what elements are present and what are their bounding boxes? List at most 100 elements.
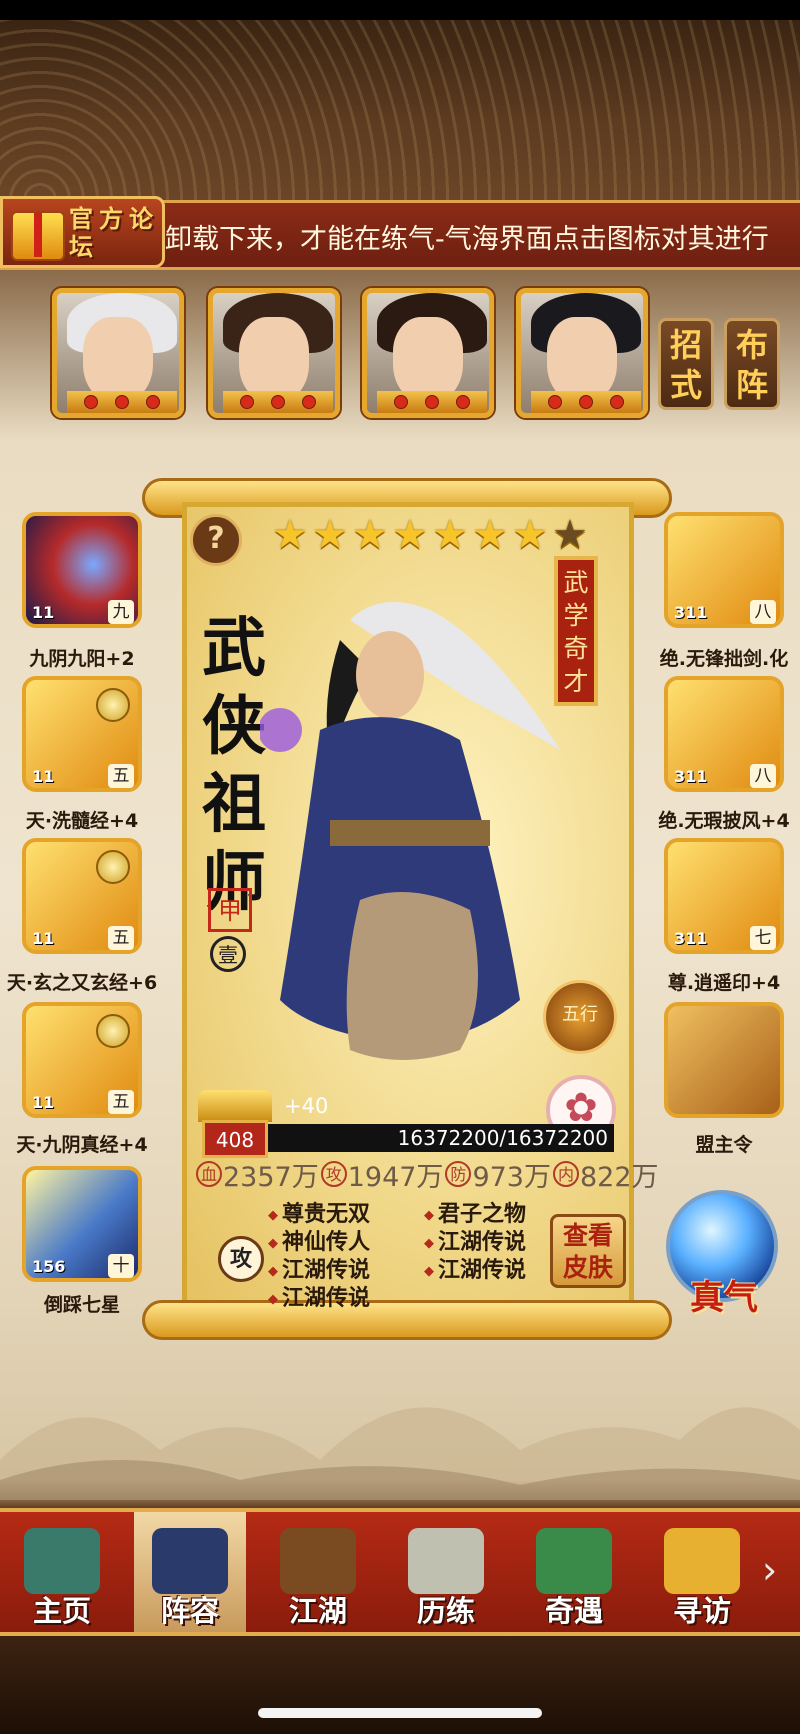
home-indicator[interactable] [258, 1708, 542, 1718]
skill-rank: 五 [108, 764, 134, 788]
hero-portrait-3[interactable] [362, 288, 494, 418]
left-skill-4-label: 天·九阴真经+4 [16, 1134, 148, 1156]
tier-seal: 壹 [210, 936, 246, 972]
hero-icon [152, 1528, 228, 1594]
stats-row: 血 2357万 攻 1947万 防 973万 内 822万 [196, 1154, 659, 1194]
right-equip-1-label: 绝.无锋拙剑.化 [659, 648, 789, 670]
trait-item: 江湖传说 [268, 1280, 370, 1312]
right-equip-1[interactable]: 311 八 [664, 512, 784, 628]
right-equip-2[interactable]: 311 八 [664, 676, 784, 792]
hero-belt [330, 820, 490, 846]
hero-level: 408 [202, 1120, 268, 1158]
stat-value: 822万 [579, 1161, 659, 1193]
equip-level: 311 [674, 929, 708, 948]
formation-button[interactable]: 布阵 [724, 318, 780, 410]
skill-level: 11 [32, 929, 55, 948]
header-pattern [0, 20, 800, 200]
nav-next-arrow-icon[interactable]: › [762, 1548, 777, 1592]
left-skill-1[interactable]: 11 九 [22, 512, 142, 628]
grade-seal: 甲 [208, 888, 252, 932]
hero-portrait-4[interactable] [516, 288, 648, 418]
gift-icon [11, 211, 65, 261]
moves-button[interactable]: 招式 [658, 318, 714, 410]
hero-star-dots [377, 391, 487, 413]
equip-rank: 七 [750, 926, 776, 950]
level-bonus: +40 [284, 1094, 329, 1118]
mountain-icon [536, 1528, 612, 1594]
hero-head [356, 631, 424, 719]
left-skill-1-label: 九阴九阳+2 [29, 648, 135, 670]
hp-icon: 血 [196, 1161, 222, 1187]
hero-star-dots [223, 391, 333, 413]
nav-search[interactable]: 寻访 [646, 1512, 758, 1632]
equip-level: 311 [674, 603, 708, 622]
coin-icon [96, 850, 130, 884]
stat-attack: 攻 1947万 [320, 1154, 444, 1194]
stat-value: 973万 [472, 1161, 551, 1193]
nav-label: 寻访 [672, 1594, 731, 1628]
hero-pants [346, 892, 478, 1060]
star-icon: ★ [472, 512, 508, 558]
nav-label: 阵容 [160, 1594, 219, 1628]
nav-encounter[interactable]: 奇遇 [518, 1512, 630, 1632]
attack-type-badge: 攻 [218, 1236, 264, 1282]
right-equip-3[interactable]: 311 七 [664, 838, 784, 954]
gold-ingot-icon [664, 1528, 740, 1594]
star-icon: ★ [352, 512, 388, 558]
defense-icon: 防 [445, 1161, 472, 1187]
left-skill-2-label: 天·洗髓经+4 [25, 810, 139, 832]
hero-portrait-1[interactable] [52, 288, 184, 418]
nav-label: 奇遇 [544, 1594, 603, 1628]
equip-rank: 八 [750, 764, 776, 788]
nav-jianghu[interactable]: 江湖 [262, 1512, 374, 1632]
skill-rank: 九 [108, 600, 134, 624]
hero-star-dots [67, 391, 177, 413]
stat-value: 2357万 [223, 1161, 319, 1193]
hero-portrait-2[interactable] [208, 288, 340, 418]
right-equip-4[interactable] [664, 1002, 784, 1118]
skill-rank: 五 [108, 1090, 134, 1114]
skill-level: 11 [32, 767, 55, 786]
left-skill-3[interactable]: 11 五 [22, 838, 142, 954]
zhenqi-label[interactable]: 真气 [672, 1270, 776, 1319]
trait-item: 江湖传说 [424, 1252, 526, 1284]
help-icon[interactable]: ? [190, 514, 242, 566]
star-icon: ★ [432, 512, 468, 558]
wuxing-button[interactable]: 五行 [543, 980, 617, 1054]
view-skin-button[interactable]: 查看皮肤 [550, 1214, 626, 1288]
coin-icon [96, 1014, 130, 1048]
inner-power-icon: 内 [552, 1161, 579, 1187]
hero-figure [260, 602, 560, 1060]
stat-inner: 内 822万 [552, 1154, 659, 1194]
right-equip-4-label: 盟主令 [695, 1134, 753, 1156]
nav-lineup[interactable]: 阵容 [134, 1512, 246, 1632]
nav-home[interactable]: 主页 [6, 1512, 118, 1632]
stat-value: 1947万 [347, 1161, 444, 1193]
coin-icon [96, 688, 130, 722]
equip-rank: 八 [750, 600, 776, 624]
left-skill-5[interactable]: 156 十 [22, 1166, 142, 1282]
skill-rank: 十 [108, 1254, 134, 1278]
official-forum-button[interactable]: 官方论坛 [0, 196, 165, 268]
left-skill-4[interactable]: 11 五 [22, 1002, 142, 1118]
star-icon: ★ [312, 512, 348, 558]
level-crown-icon [198, 1090, 272, 1122]
right-equip-2-label: 绝.无瑕披风+4 [658, 810, 790, 832]
star-icon: ★ [272, 512, 308, 558]
nav-label: 主页 [32, 1594, 91, 1628]
skill-level: 11 [32, 603, 55, 622]
left-skill-2[interactable]: 11 五 [22, 676, 142, 792]
hp-bar: 16372200/16372200 [268, 1124, 614, 1152]
purple-energy [260, 708, 302, 752]
nav-label: 历练 [416, 1594, 475, 1628]
ticker-message: 卸载下来，才能在练气-气海界面点击图标对其进行 [165, 224, 769, 255]
stat-hp: 血 2357万 [196, 1154, 319, 1194]
scroll-icon [408, 1528, 484, 1594]
skill-level: 156 [32, 1257, 66, 1276]
right-equip-3-label: 尊.逍遥印+4 [667, 972, 781, 994]
card-bottom-scroll [142, 1300, 672, 1340]
star-icon: ★ [392, 512, 428, 558]
bottom-nav: 主页 阵容 江湖 历练 奇遇 寻访 [0, 1508, 800, 1636]
skill-rank: 五 [108, 926, 134, 950]
nav-training[interactable]: 历练 [390, 1512, 502, 1632]
